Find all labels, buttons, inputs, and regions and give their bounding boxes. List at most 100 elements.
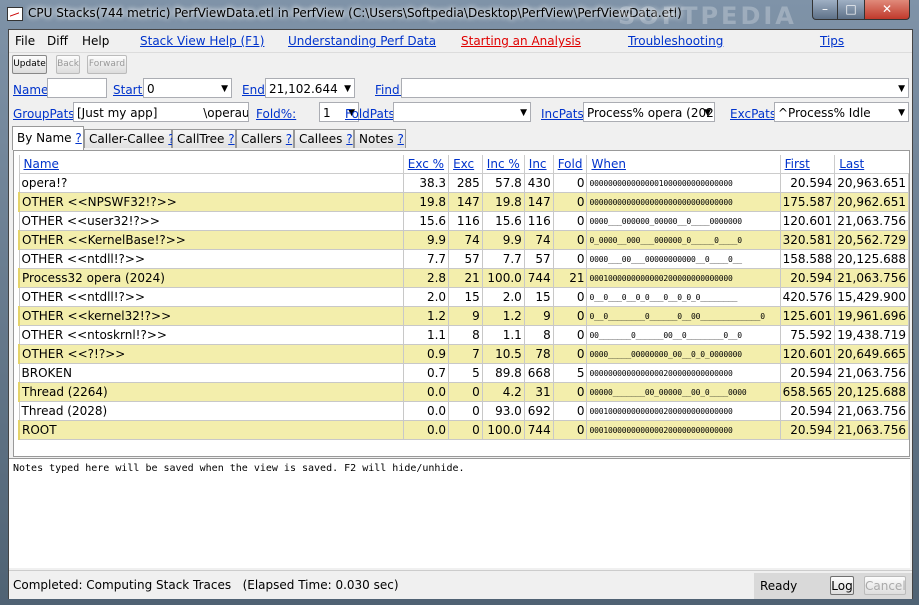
cell-inc[interactable]: 57 xyxy=(523,249,554,269)
cell-last[interactable]: 15,429.900 xyxy=(834,287,909,307)
cell-name[interactable]: Process32 opera (2024) xyxy=(17,268,404,288)
foldpats-input[interactable]: ▼ xyxy=(393,102,531,122)
table-row[interactable]: Process32 opera (2024) 2.8 21 100.0 744 21 000… xyxy=(17,268,909,288)
find-input[interactable]: ▼ xyxy=(401,78,909,98)
cell-exc-pct[interactable]: 15.6 xyxy=(402,211,450,231)
cell-exc[interactable]: 9 xyxy=(448,306,483,326)
cell-exc[interactable]: 285 xyxy=(448,173,483,193)
cell-when[interactable]: 0000_____00000000_00__0_0_0000000 xyxy=(586,344,781,364)
cell-last[interactable]: 21,063.756 xyxy=(834,420,909,440)
cell-when[interactable]: 0000000000000000000000000000000 xyxy=(586,192,781,212)
cell-fold[interactable]: 0 xyxy=(552,287,588,307)
cell-when[interactable]: 0_0000__000___000000_0_____0____0 xyxy=(586,230,781,250)
excpats-input[interactable]: ^Process% Idle ▼ xyxy=(774,102,909,122)
link-starting-analysis[interactable]: Starting an Analysis xyxy=(461,34,581,48)
fold-percent-label[interactable]: Fold%: xyxy=(256,107,296,121)
cell-first[interactable]: 120.601 xyxy=(779,344,836,364)
cell-inc-pct[interactable]: 15.6 xyxy=(481,211,525,231)
start-label[interactable]: Start: xyxy=(113,83,146,97)
cell-first[interactable]: 158.588 xyxy=(779,249,836,269)
chevron-down-icon[interactable]: ▼ xyxy=(344,79,351,97)
cell-name[interactable]: opera!? xyxy=(18,173,404,193)
table-row[interactable]: OTHER <<ntoskrnl!?>> 1.1 8 1.1 8 0 00_______0_… xyxy=(18,325,909,345)
minimize-button[interactable]: – xyxy=(812,0,838,20)
cell-inc[interactable]: 78 xyxy=(523,344,554,364)
col-exc-pct-header[interactable]: Exc % xyxy=(402,155,449,174)
cell-last[interactable]: 21,063.756 xyxy=(834,363,909,383)
cell-name[interactable]: Thread (2028) xyxy=(18,401,404,421)
cell-when[interactable]: 0000___00___00000000000__0____0__ xyxy=(586,249,781,269)
cell-inc-pct[interactable]: 19.8 xyxy=(481,192,525,212)
cell-inc-pct[interactable]: 7.7 xyxy=(481,249,525,269)
table-row[interactable]: BROKEN 0.7 5 89.8 668 5 0000000000000000200000… xyxy=(18,363,909,383)
cell-exc[interactable]: 57 xyxy=(448,249,483,269)
cell-exc-pct[interactable]: 9.9 xyxy=(402,230,450,250)
cell-exc-pct[interactable]: 2.0 xyxy=(402,287,450,307)
cell-inc-pct[interactable]: 57.8 xyxy=(481,173,525,193)
cell-first[interactable]: 20.594 xyxy=(779,173,836,193)
col-inc-pct-header[interactable]: Inc % xyxy=(481,155,525,174)
cell-inc-pct[interactable]: 1.1 xyxy=(481,325,525,345)
cell-name[interactable]: OTHER <<ntdll!?>> xyxy=(18,249,404,269)
cell-fold[interactable]: 0 xyxy=(552,401,588,421)
link-tips[interactable]: Tips xyxy=(820,34,844,48)
cell-exc[interactable]: 5 xyxy=(448,363,483,383)
cell-exc[interactable]: 0 xyxy=(448,401,483,421)
cell-when[interactable]: 0001000000000000200000000000000 xyxy=(586,401,781,421)
cell-name[interactable]: OTHER <<KernelBase!?>> xyxy=(17,230,404,250)
tab-caller-callee[interactable]: Caller-Callee ? xyxy=(84,129,175,148)
update-button[interactable]: Update xyxy=(12,55,47,74)
cell-last[interactable]: 20,125.688 xyxy=(834,249,909,269)
col-name-header[interactable]: Name xyxy=(18,155,404,174)
cell-inc[interactable]: 744 xyxy=(523,268,554,288)
chevron-down-icon[interactable]: ▼ xyxy=(898,79,905,97)
cell-exc-pct[interactable]: 0.9 xyxy=(402,344,450,364)
table-row[interactable]: OTHER <<NPSWF32!?>> 19.8 147 19.8 147 0 000000… xyxy=(17,192,909,212)
cell-exc-pct[interactable]: 38.3 xyxy=(402,173,450,193)
cell-inc-pct[interactable]: 2.0 xyxy=(481,287,525,307)
cell-last[interactable]: 21,063.756 xyxy=(834,268,909,288)
cell-exc[interactable]: 147 xyxy=(448,192,483,212)
tab-help-link[interactable]: ? xyxy=(398,132,404,146)
cell-inc[interactable]: 31 xyxy=(523,382,554,402)
grouppats-input[interactable]: [Just my app] \operaus xyxy=(73,102,249,122)
cell-inc[interactable]: 74 xyxy=(523,230,554,250)
col-when-header[interactable]: When xyxy=(586,155,781,174)
cell-name[interactable]: OTHER <<ntdll!?>> xyxy=(18,287,404,307)
cell-inc[interactable]: 744 xyxy=(523,420,554,440)
cell-inc-pct[interactable]: 100.0 xyxy=(481,268,525,288)
start-input[interactable]: 0 ▼ xyxy=(143,78,232,98)
cell-inc[interactable]: 692 xyxy=(523,401,554,421)
foldpats-label[interactable]: FoldPats: xyxy=(345,107,399,121)
cell-inc-pct[interactable]: 93.0 xyxy=(481,401,525,421)
link-troubleshooting[interactable]: Troubleshooting xyxy=(628,34,723,48)
col-last-header[interactable]: Last xyxy=(834,155,909,174)
cell-exc-pct[interactable]: 0.0 xyxy=(402,401,450,421)
table-row[interactable]: Thread (2028) 0.0 0 93.0 692 0 000100000000000… xyxy=(18,401,909,421)
excpats-label[interactable]: ExcPats: xyxy=(730,107,780,121)
tab-help-link[interactable]: ? xyxy=(75,131,81,145)
cell-inc-pct[interactable]: 89.8 xyxy=(481,363,525,383)
col-first-header[interactable]: First xyxy=(779,155,835,174)
menu-file[interactable]: File xyxy=(15,34,35,48)
cell-inc[interactable]: 9 xyxy=(523,306,554,326)
cell-first[interactable]: 20.594 xyxy=(779,420,836,440)
cell-fold[interactable]: 0 xyxy=(552,173,588,193)
cell-last[interactable]: 20,963.651 xyxy=(834,173,909,193)
cell-last[interactable]: 19,438.719 xyxy=(834,325,909,345)
menu-diff[interactable]: Diff xyxy=(47,34,68,48)
cell-last[interactable]: 19,961.696 xyxy=(834,306,909,326)
cell-name[interactable]: Thread (2264) xyxy=(17,382,404,402)
log-button[interactable]: Log xyxy=(830,576,854,595)
cell-exc[interactable]: 8 xyxy=(448,325,483,345)
cell-when[interactable]: 00_______0______00__0________0__0 xyxy=(586,325,781,345)
cell-exc-pct[interactable]: 1.2 xyxy=(402,306,450,326)
cell-when[interactable]: 00000_______00_00000__00_0____0000 xyxy=(586,382,781,402)
cell-inc[interactable]: 430 xyxy=(523,173,554,193)
cell-exc[interactable]: 0 xyxy=(448,382,483,402)
maximize-button[interactable]: □ xyxy=(837,0,865,20)
name-input[interactable] xyxy=(47,78,107,98)
cell-inc-pct[interactable]: 100.0 xyxy=(481,420,525,440)
chevron-down-icon[interactable]: ▼ xyxy=(221,79,228,97)
cell-name[interactable]: OTHER <<?!?>> xyxy=(17,344,404,364)
